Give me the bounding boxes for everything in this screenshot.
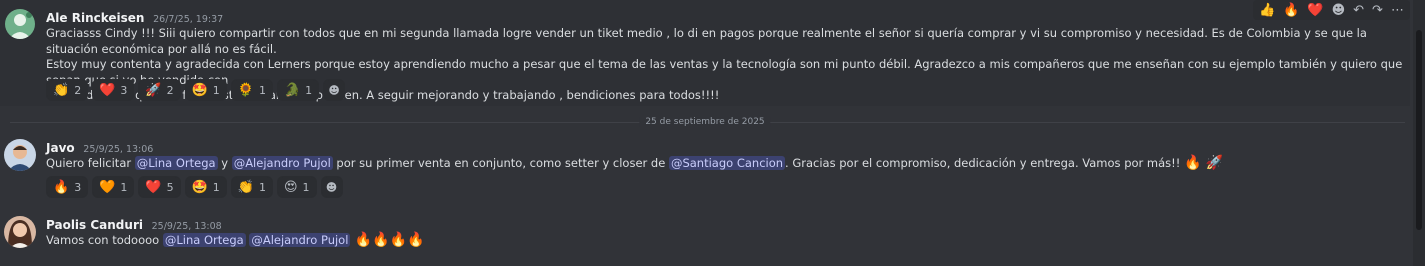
- scrollbar[interactable]: [1413, 0, 1425, 266]
- reaction-emoji: ❤️: [99, 82, 116, 98]
- timestamp: 25/9/25, 13:06: [83, 144, 154, 155]
- avatar-image: [5, 9, 35, 39]
- reaction-pill[interactable]: 🐊 1: [276, 79, 320, 101]
- message-actions-toolbar: 👍 🔥 ❤️ ☻ ↶ ↷ ⋯: [1253, 0, 1410, 20]
- text-segment: Quiero felicitar: [46, 156, 135, 170]
- reaction-count: 2: [74, 83, 82, 97]
- message-header: Javo 25/9/25, 13:06: [46, 141, 153, 155]
- message-header: Paolis Canduri 25/9/25, 13:08: [46, 218, 222, 232]
- fire-icon[interactable]: 🔥: [1283, 3, 1299, 18]
- heart-icon[interactable]: ❤️: [1307, 3, 1323, 18]
- user-mention[interactable]: @Lina Ortega: [162, 233, 246, 247]
- text-segment: por su primer venta en conjunto, como se…: [332, 156, 669, 170]
- message-line: Quiero felicitar @Lina Ortega y @Alejand…: [46, 155, 1416, 172]
- add-reaction-icon: ☻: [325, 180, 338, 194]
- message-line: Graciasss Cindy !!! Siii quiero comparti…: [46, 26, 1367, 56]
- reaction-count: 1: [302, 180, 310, 194]
- reactions-row: 🔥 3 🧡 1 ❤️ 5 🤩 1 👏 1 😍 1 ☻: [46, 176, 343, 198]
- reaction-emoji: 🌻: [237, 82, 254, 98]
- author-name[interactable]: Javo: [46, 141, 75, 155]
- reaction-count: 1: [120, 180, 128, 194]
- user-mention[interactable]: @Alejandro Pujol: [249, 233, 351, 247]
- text-segment: . Gracias por el compromiso, dedicación …: [785, 156, 1185, 170]
- add-reaction-icon: ☻: [328, 83, 340, 97]
- scrollbar-thumb[interactable]: [1416, 30, 1422, 230]
- add-reaction-button[interactable]: ☻: [323, 79, 346, 101]
- reaction-count: 1: [212, 83, 220, 97]
- thumbs-up-icon[interactable]: 👍: [1259, 3, 1275, 18]
- reaction-pill[interactable]: ❤️ 5: [138, 176, 181, 198]
- avatar[interactable]: [5, 9, 35, 39]
- message-line: Vamos con todoooo @Lina Ortega @Alejandr…: [46, 232, 1416, 249]
- text-segment: Vamos con todoooo: [46, 233, 163, 247]
- reaction-pill[interactable]: 👏 1: [230, 176, 273, 198]
- add-reaction-icon[interactable]: ☻: [1332, 3, 1346, 18]
- user-mention[interactable]: @Alejandro Pujol: [231, 156, 333, 170]
- reaction-emoji: 🤩: [191, 82, 208, 98]
- inline-emoji: 🔥🔥🔥🔥: [350, 232, 425, 248]
- reaction-count: 1: [305, 83, 313, 97]
- reaction-pill[interactable]: 🧡 1: [92, 176, 135, 198]
- reaction-emoji: 🤩: [191, 179, 208, 195]
- reaction-emoji: 🧡: [99, 179, 116, 195]
- timestamp: 25/9/25, 13:08: [151, 221, 222, 232]
- inline-emoji: 🔥 🚀: [1184, 155, 1224, 171]
- reaction-emoji: 🔥: [53, 179, 70, 195]
- reaction-emoji: 🚀: [145, 82, 162, 98]
- user-mention[interactable]: @Lina Ortega: [134, 156, 218, 170]
- reaction-pill[interactable]: 👏 2: [46, 79, 89, 101]
- reaction-emoji: 👏: [237, 179, 254, 195]
- message-content: Quiero felicitar @Lina Ortega y @Alejand…: [46, 155, 1416, 172]
- reaction-emoji: 😍: [283, 179, 298, 195]
- date-divider: 25 de septiembre de 2025: [0, 117, 1410, 127]
- avatar-image: [4, 216, 36, 248]
- reaction-pill[interactable]: ❤️ 3: [92, 79, 135, 101]
- message-content: Vamos con todoooo @Lina Ortega @Alejandr…: [46, 232, 1416, 249]
- timestamp: 26/7/25, 19:37: [153, 14, 224, 25]
- reaction-count: 3: [120, 83, 128, 97]
- reaction-pill[interactable]: 🔥 3: [46, 176, 89, 198]
- message-2[interactable]: Javo 25/9/25, 13:06 Quiero felicitar @Li…: [0, 132, 1410, 202]
- reaction-emoji: ❤️: [145, 179, 162, 195]
- author-name[interactable]: Paolis Canduri: [46, 218, 143, 232]
- author-name[interactable]: Ale Rinckeisen: [46, 11, 144, 25]
- message-header: Ale Rinckeisen 26/7/25, 19:37: [46, 11, 223, 25]
- reaction-count: 2: [166, 83, 174, 97]
- user-mention[interactable]: @Santiago Cancion: [668, 156, 786, 170]
- reaction-emoji: 🐊: [283, 82, 301, 98]
- reaction-count: 5: [166, 180, 174, 194]
- more-icon[interactable]: ⋯: [1391, 3, 1404, 18]
- reaction-count: 1: [212, 180, 220, 194]
- avatar-image: [4, 139, 36, 171]
- reaction-pill[interactable]: 😍 1: [276, 176, 317, 198]
- divider-label: 25 de septiembre de 2025: [639, 117, 771, 127]
- message-3[interactable]: Paolis Canduri 25/9/25, 13:08 Vamos con …: [0, 210, 1410, 260]
- reaction-pill[interactable]: 🌻 1: [230, 79, 273, 101]
- reactions-row: 👏 2 ❤️ 3 🚀 2 🤩 1 🌻 1 🐊 1 ☻: [46, 79, 346, 101]
- text-segment: y: [217, 156, 232, 170]
- reaction-emoji: 👏: [53, 82, 70, 98]
- reaction-pill[interactable]: 🚀 2: [138, 79, 181, 101]
- reaction-pill[interactable]: 🤩 1: [184, 79, 227, 101]
- reply-icon[interactable]: ↶: [1353, 3, 1364, 18]
- reaction-pill[interactable]: 🤩 1: [184, 176, 227, 198]
- reaction-count: 1: [258, 83, 266, 97]
- avatar[interactable]: [4, 139, 36, 171]
- add-reaction-button[interactable]: ☻: [320, 176, 343, 198]
- message-1[interactable]: Ale Rinckeisen 26/7/25, 19:37 Graciasss …: [0, 0, 1410, 106]
- avatar[interactable]: [4, 216, 36, 248]
- reaction-count: 1: [258, 180, 266, 194]
- forward-icon[interactable]: ↷: [1372, 3, 1383, 18]
- reaction-count: 3: [74, 180, 82, 194]
